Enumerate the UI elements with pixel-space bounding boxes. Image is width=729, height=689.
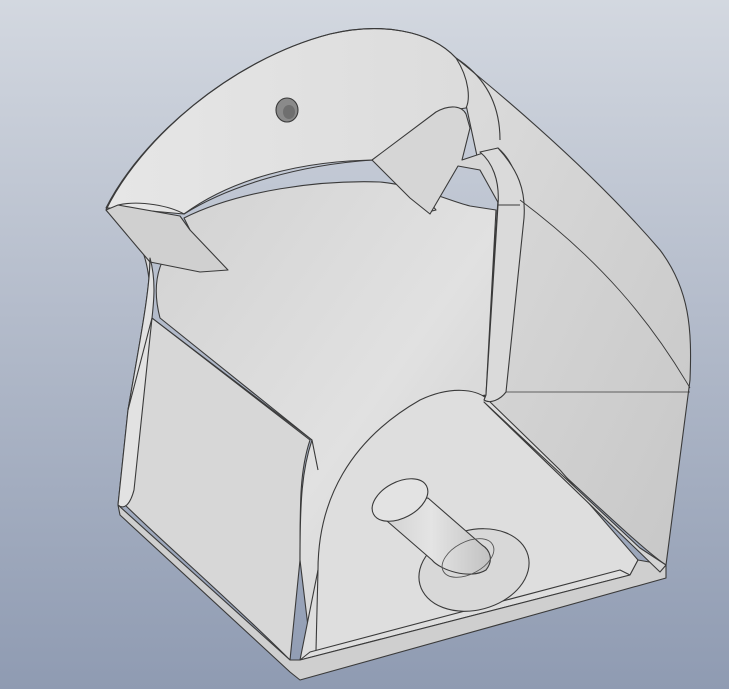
part-model[interactable] (0, 0, 729, 689)
cad-viewport[interactable] (0, 0, 729, 689)
